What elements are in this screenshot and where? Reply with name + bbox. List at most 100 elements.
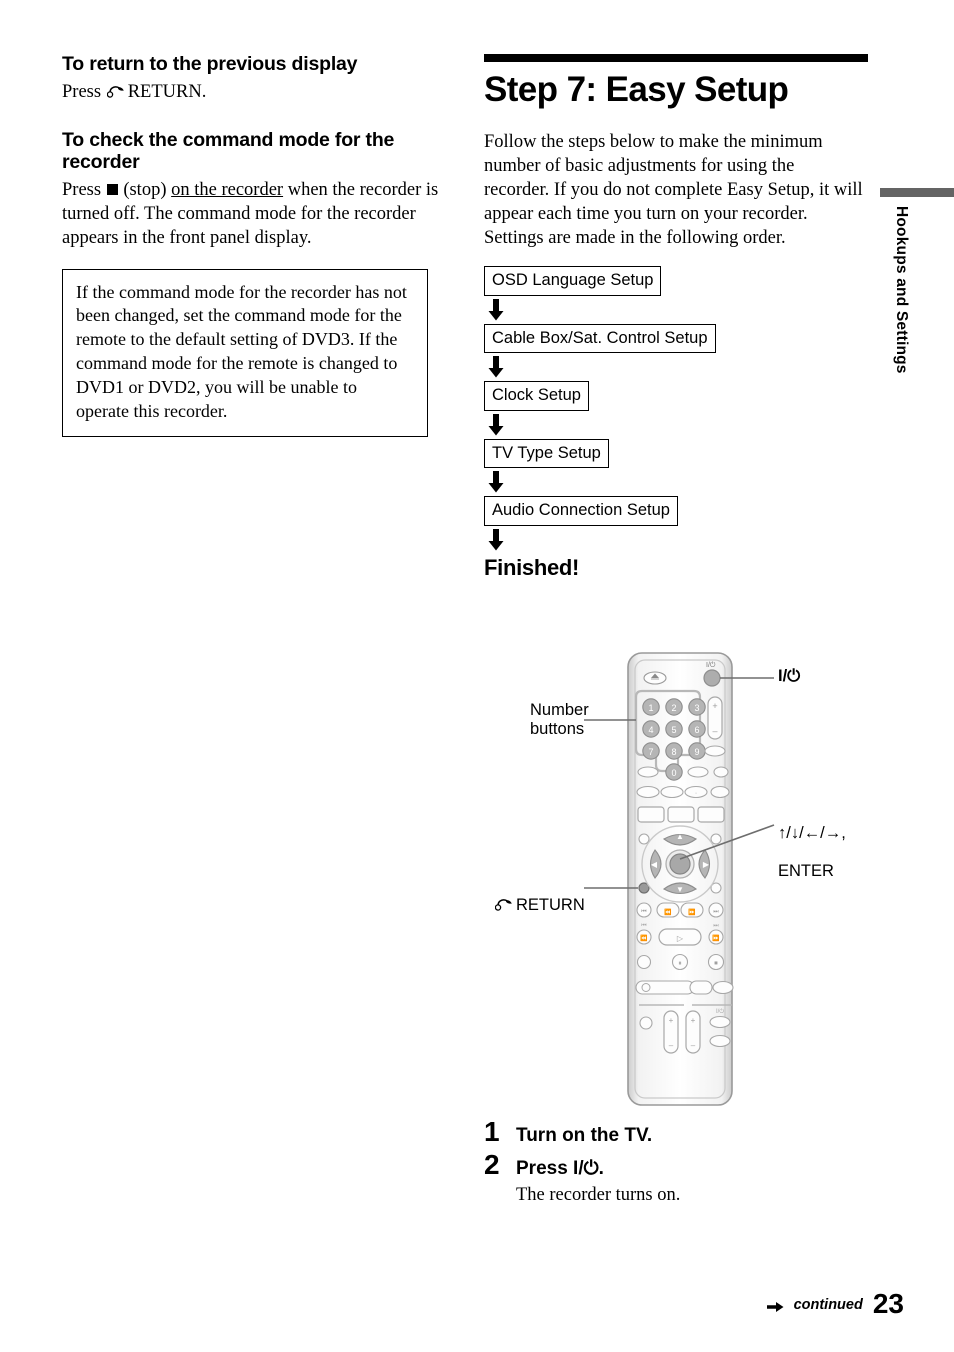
number-button-8-label: 8	[671, 747, 676, 757]
slow-reverse-label: ⏮	[641, 923, 647, 929]
number-button-5-label: 5	[671, 725, 676, 735]
step-number-1: 1	[484, 1116, 500, 1147]
power-symbol-icon: I/⏻	[573, 1157, 599, 1179]
flow-box-osd-language-setup: OSD Language Setup	[484, 266, 662, 296]
round-button-row3-left[interactable]	[636, 954, 652, 970]
dpad-up-icon: ▲	[676, 832, 684, 841]
down-arrow-icon	[488, 356, 504, 378]
stop-square-icon	[106, 183, 118, 195]
easy-setup-flowchart: OSD Language Setup Cable Box/Sat. Contro…	[484, 266, 872, 581]
right-arrow-icon	[766, 1302, 784, 1312]
intro-paragraph: Follow the steps below to make the minim…	[484, 132, 863, 249]
step-item-1: 1 Turn on the TV.	[484, 1118, 884, 1149]
dpad-right-icon: ▶	[703, 860, 710, 869]
play-icon: ▷	[677, 934, 684, 943]
next-chapter-icon: ⏭	[713, 909, 719, 915]
volume-up-icon: +	[669, 1016, 674, 1025]
channel-down-icon: –	[712, 726, 717, 736]
round-button-bottom-left[interactable]	[639, 1016, 653, 1030]
flow-box-cable-box-sat-control-setup: Cable Box/Sat. Control Setup	[484, 323, 716, 354]
return-instruction: Press RETURN.	[62, 80, 454, 104]
step-item-2: 2 Press I/⏻.	[484, 1148, 884, 1182]
step-title-2-suffix: .	[598, 1157, 604, 1179]
record-aux-button[interactable]	[689, 980, 713, 995]
remote-control-diagram: I/⏻ 1 2 3 4 5 6 7 8 9 0 + – · ▲ ▼ ◀ ▶ ⏮ …	[484, 645, 884, 1115]
return-arrow-icon	[494, 898, 514, 912]
soft-button-2[interactable]	[667, 806, 695, 823]
flow-box-audio-connection-setup: Audio Connection Setup	[484, 496, 678, 526]
tv-power-button[interactable]	[709, 1015, 731, 1029]
return-to-previous-display-section: To return to the previous display Press …	[62, 53, 454, 104]
callout-number-buttons: Number buttons	[530, 701, 589, 739]
callout-return: RETURN	[494, 877, 585, 915]
round-button-right-top[interactable]	[710, 833, 722, 845]
number-button-2-label: 2	[671, 703, 676, 713]
stop-label: (stop)	[123, 180, 167, 201]
number-button-1-label: 1	[648, 703, 653, 713]
page-number: 23	[872, 1288, 904, 1319]
callout-dpad-arrows: ↑/↓/←/→,	[778, 824, 846, 843]
flow-step: OSD Language Setup	[484, 266, 872, 296]
section-heading-command-mode: To check the command mode for the record…	[62, 129, 395, 173]
step-title-2: Press I/⏻.	[516, 1151, 604, 1182]
flow-finished-label: Finished!	[484, 554, 580, 580]
tv-power-label: I/⏻	[716, 1008, 724, 1015]
tv-input-button[interactable]	[709, 1034, 731, 1048]
oval-button-row2-1[interactable]	[636, 785, 660, 799]
forward-icon: ⏩	[688, 908, 696, 916]
dpad-down-icon: ▼	[676, 885, 684, 894]
oval-button-row2-4[interactable]	[710, 785, 730, 799]
number-button-4-label: 4	[648, 725, 653, 735]
step-subtext-2: The recorder turns on.	[516, 1185, 681, 1206]
oval-button-right-2[interactable]	[713, 766, 729, 778]
oval-button-mid-1[interactable]	[687, 766, 709, 778]
number-button-7-label: 7	[648, 747, 653, 757]
soft-button-1[interactable]	[637, 806, 665, 823]
slow-forward-label: ⏭	[713, 923, 719, 929]
oval-button-left-1[interactable]	[637, 766, 659, 778]
oval-button-row2-2[interactable]	[660, 785, 684, 799]
channel-up-icon: +	[712, 701, 717, 711]
record-extra-button[interactable]	[712, 980, 734, 995]
note-box: If the command mode for the recorder has…	[62, 268, 428, 438]
record-button[interactable]	[635, 980, 695, 995]
channel-down-icon-bottom: –	[691, 1041, 696, 1050]
step-title-1: Turn on the TV.	[516, 1125, 653, 1146]
step-title-rule	[484, 54, 868, 62]
command-mode-instruction: Press (stop) on the recorder when the re…	[62, 178, 454, 250]
flow-step: Audio Connection Setup	[484, 496, 872, 526]
side-tab-label: Hookups and Settings	[893, 206, 910, 374]
side-tab-bar	[880, 188, 954, 197]
number-button-0-label: 0	[671, 768, 676, 778]
flow-step: TV Type Setup	[484, 438, 872, 469]
callout-return-label: RETURN	[516, 896, 585, 915]
flow-box-tv-type-setup: TV Type Setup	[484, 438, 609, 469]
number-button-3-label: 3	[694, 703, 699, 713]
flow-step: Clock Setup	[484, 381, 872, 411]
callout-power: I/⏻	[778, 667, 801, 685]
flow-step: Cable Box/Sat. Control Setup	[484, 323, 872, 354]
right-column: Step 7: Easy Setup Follow the steps belo…	[484, 54, 872, 581]
continued-label: continued	[793, 1296, 863, 1313]
pause-icon: ⏸	[678, 960, 682, 967]
flow-box-clock-setup: Clock Setup	[484, 381, 589, 411]
page-title: Step 7: Easy Setup	[484, 70, 789, 109]
number-button-9-label: 9	[694, 747, 699, 757]
power-button-label: I/⏻	[706, 661, 716, 669]
oval-button-right-1[interactable]	[704, 745, 726, 757]
number-button-6-label: 6	[694, 725, 699, 735]
callout-enter: ENTER	[778, 862, 834, 881]
stop-icon: ⏹	[714, 960, 718, 967]
soft-button-3[interactable]	[697, 806, 725, 823]
numbered-steps: 1 Turn on the TV. 2 Press I/⏻. The recor…	[484, 1118, 884, 1207]
on-the-recorder-phrase: on the recorder	[171, 180, 284, 201]
step-number-2: 2	[484, 1148, 500, 1180]
left-column: To return to the previous display Press …	[62, 53, 454, 438]
round-button-left-top[interactable]	[638, 833, 650, 845]
press-word: Press	[62, 82, 102, 103]
down-arrow-icon	[488, 413, 504, 436]
page-footer: continued 23	[470, 1290, 904, 1318]
channel-up-icon-bottom: +	[691, 1016, 696, 1025]
power-button[interactable]	[703, 669, 721, 687]
rewind-icon: ⏪	[664, 908, 672, 916]
